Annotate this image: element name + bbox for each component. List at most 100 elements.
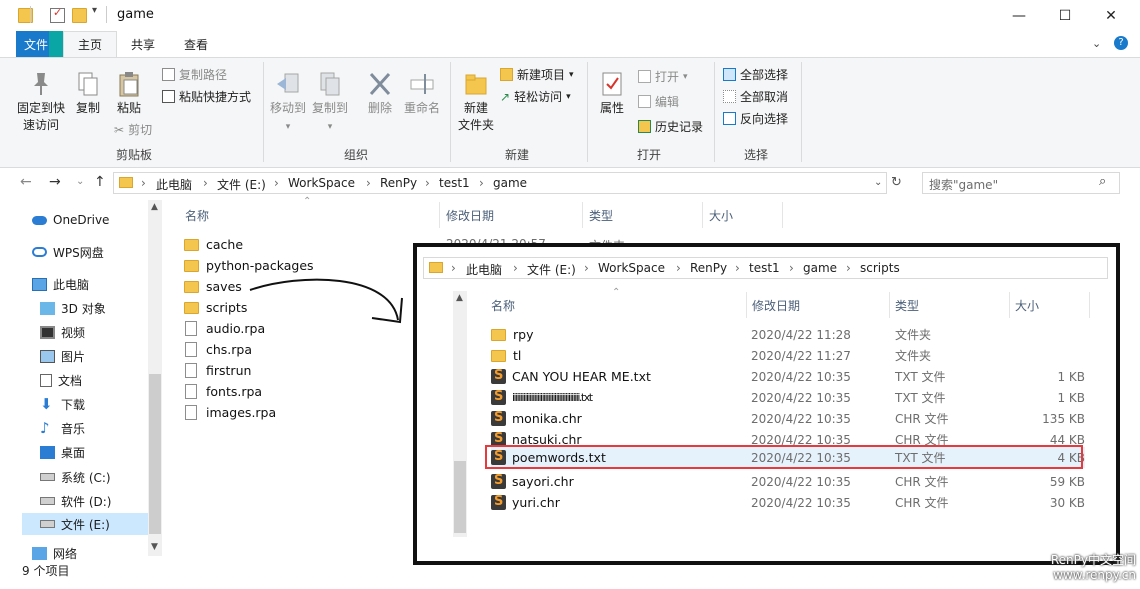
tab-view[interactable]: 查看 xyxy=(184,36,208,53)
ribbon-expand-icon[interactable]: ⌄ xyxy=(1092,37,1101,50)
chevron-right-icon[interactable]: › xyxy=(425,176,430,190)
list-item[interactable]: monika.chr 2020/4/22 10:35 CHR 文件 135 KB xyxy=(491,408,1085,429)
list-item[interactable]: iiiiiiiiiiiiiiiiiiiiiiiiiiiiiiiiiiiiiiii… xyxy=(491,387,1085,408)
list-item[interactable]: firstrun xyxy=(184,360,251,381)
chevron-right-icon[interactable]: › xyxy=(274,176,279,190)
scrollbar-thumb[interactable] xyxy=(454,461,466,533)
recent-locations-icon[interactable]: ⌄ xyxy=(76,176,84,187)
nav-item-this-pc[interactable]: 此电脑 xyxy=(32,273,158,295)
breadcrumb-game[interactable]: game xyxy=(493,176,527,190)
tab-file[interactable]: 文件 xyxy=(16,31,63,57)
nav-item-drive-e[interactable]: 文件 (E:) xyxy=(22,513,148,535)
back-icon[interactable]: ← xyxy=(20,174,32,190)
chevron-right-icon[interactable]: › xyxy=(203,176,208,190)
new-item-button[interactable]: 新建项目 ▾ xyxy=(500,66,574,83)
chevron-right-icon[interactable]: › xyxy=(846,261,851,275)
chevron-right-icon[interactable]: › xyxy=(141,176,146,190)
copy-button[interactable]: 复制 xyxy=(72,70,104,117)
breadcrumb-scripts[interactable]: scripts xyxy=(860,261,900,275)
chevron-right-icon[interactable]: › xyxy=(479,176,484,190)
scroll-up-icon[interactable]: ▲ xyxy=(151,202,158,212)
search-input[interactable]: 搜索"game" ⌕ xyxy=(922,172,1120,194)
scrollbar-thumb[interactable] xyxy=(149,374,161,534)
chevron-right-icon[interactable]: › xyxy=(676,261,681,275)
properties-button[interactable]: 属性 xyxy=(594,70,630,117)
easy-access-button[interactable]: ↗ 轻松访问 ▾ xyxy=(500,88,571,105)
column-header-size[interactable]: 大小 xyxy=(1015,297,1039,314)
select-all-button[interactable]: 全部选择 xyxy=(723,66,788,83)
navigation-scrollbar[interactable]: ▲ ▼ xyxy=(148,200,162,556)
pin-quick-access-button[interactable]: 固定到快 速访问 xyxy=(14,70,68,134)
list-item[interactable]: cache xyxy=(184,234,243,255)
history-button[interactable]: 历史记录 xyxy=(638,118,703,135)
delete-button[interactable]: 删除 xyxy=(364,70,396,117)
column-header-date[interactable]: 修改日期 xyxy=(752,297,800,314)
copy-to-button[interactable]: 复制到 ▾ xyxy=(310,70,350,136)
tab-home[interactable]: 主页 xyxy=(63,31,117,57)
column-header-date[interactable]: 修改日期 xyxy=(446,207,494,224)
nav-item-network[interactable]: 网络 xyxy=(32,543,158,563)
chevron-right-icon[interactable]: › xyxy=(789,261,794,275)
breadcrumb-renpy[interactable]: RenPy xyxy=(380,176,417,190)
copy-path-button[interactable]: 复制路径 xyxy=(162,66,227,83)
list-item[interactable]: CAN YOU HEAR ME.txt 2020/4/22 10:35 TXT 文件… xyxy=(491,366,1085,387)
cut-button[interactable]: ✂ 剪切 xyxy=(114,121,152,138)
scroll-up-icon[interactable]: ▲ xyxy=(456,293,463,303)
list-item[interactable]: saves xyxy=(184,276,242,297)
maximize-button[interactable]: ☐ xyxy=(1042,0,1088,31)
up-icon[interactable]: ↑ xyxy=(94,174,106,190)
column-header-name[interactable]: 名称 xyxy=(491,297,515,314)
breadcrumb-workspace[interactable]: WorkSpace xyxy=(288,176,355,190)
scroll-down-icon[interactable]: ▼ xyxy=(151,542,158,552)
breadcrumb-drive-e[interactable]: 文件 (E:) xyxy=(217,176,266,193)
list-item[interactable]: yuri.chr 2020/4/22 10:35 CHR 文件 30 KB xyxy=(491,492,1085,513)
list-item[interactable]: chs.rpa xyxy=(184,339,252,360)
open-button[interactable]: 打开 ▾ xyxy=(638,68,688,85)
breadcrumb-game[interactable]: game xyxy=(803,261,837,275)
list-item[interactable]: images.rpa xyxy=(184,402,276,423)
scripts-scrollbar[interactable]: ▲ xyxy=(453,291,467,537)
properties-checklist-icon[interactable]: ✓ xyxy=(50,6,65,23)
breadcrumb-test1[interactable]: test1 xyxy=(749,261,780,275)
column-header-type[interactable]: 类型 xyxy=(589,207,613,224)
chevron-right-icon[interactable]: › xyxy=(451,261,456,275)
column-header-type[interactable]: 类型 xyxy=(895,297,919,314)
move-to-button[interactable]: 移动到 ▾ xyxy=(268,70,308,136)
new-folder-button[interactable]: 新建 文件夹 xyxy=(456,70,496,134)
refresh-icon[interactable]: ↻ xyxy=(891,175,902,190)
chevron-right-icon[interactable]: › xyxy=(584,261,589,275)
nav-item-wps[interactable]: WPS网盘 xyxy=(32,241,158,263)
breadcrumb-renpy[interactable]: RenPy xyxy=(690,261,727,275)
chevron-right-icon[interactable]: › xyxy=(513,261,518,275)
paste-shortcut-button[interactable]: 粘贴快捷方式 xyxy=(162,88,251,105)
address-bar[interactable]: › 此电脑 › 文件 (E:) › WorkSpace › RenPy › te… xyxy=(423,257,1108,279)
chevron-down-icon[interactable]: ▾ xyxy=(92,5,105,18)
column-header-name[interactable]: 名称 xyxy=(185,207,209,224)
chevron-right-icon[interactable]: › xyxy=(735,261,740,275)
breadcrumb-this-pc[interactable]: 此电脑 xyxy=(466,261,502,278)
list-item[interactable]: rpy 2020/4/22 11:28 文件夹 xyxy=(491,324,1085,345)
breadcrumb-test1[interactable]: test1 xyxy=(439,176,470,190)
breadcrumb-workspace[interactable]: WorkSpace xyxy=(598,261,665,275)
help-icon[interactable]: ? xyxy=(1114,36,1128,50)
breadcrumb-this-pc[interactable]: 此电脑 xyxy=(156,176,192,193)
invert-selection-button[interactable]: 反向选择 xyxy=(723,110,788,127)
list-item[interactable]: tl 2020/4/22 11:27 文件夹 xyxy=(491,345,1085,366)
minimize-button[interactable]: — xyxy=(996,0,1042,31)
close-button[interactable]: ✕ xyxy=(1088,0,1134,31)
list-item[interactable]: scripts xyxy=(184,297,247,318)
paste-button[interactable]: 粘贴 xyxy=(112,70,146,117)
rename-button[interactable]: 重命名 xyxy=(402,70,442,117)
column-header-size[interactable]: 大小 xyxy=(709,207,733,224)
address-bar[interactable]: › 此电脑 › 文件 (E:) › WorkSpace › RenPy › te… xyxy=(113,172,887,194)
list-item[interactable]: fonts.rpa xyxy=(184,381,262,402)
tab-share[interactable]: 共享 xyxy=(131,36,155,53)
select-none-button[interactable]: 全部取消 xyxy=(723,88,788,105)
search-icon[interactable]: ⌕ xyxy=(1099,174,1106,189)
address-dropdown-icon[interactable]: ⌄ xyxy=(874,177,882,188)
list-item[interactable]: sayori.chr 2020/4/22 10:35 CHR 文件 59 KB xyxy=(491,471,1085,492)
breadcrumb-drive-e[interactable]: 文件 (E:) xyxy=(527,261,576,278)
nav-item-onedrive[interactable]: OneDrive xyxy=(32,209,158,231)
edit-button[interactable]: 编辑 xyxy=(638,93,679,110)
new-folder-icon[interactable] xyxy=(72,8,87,23)
